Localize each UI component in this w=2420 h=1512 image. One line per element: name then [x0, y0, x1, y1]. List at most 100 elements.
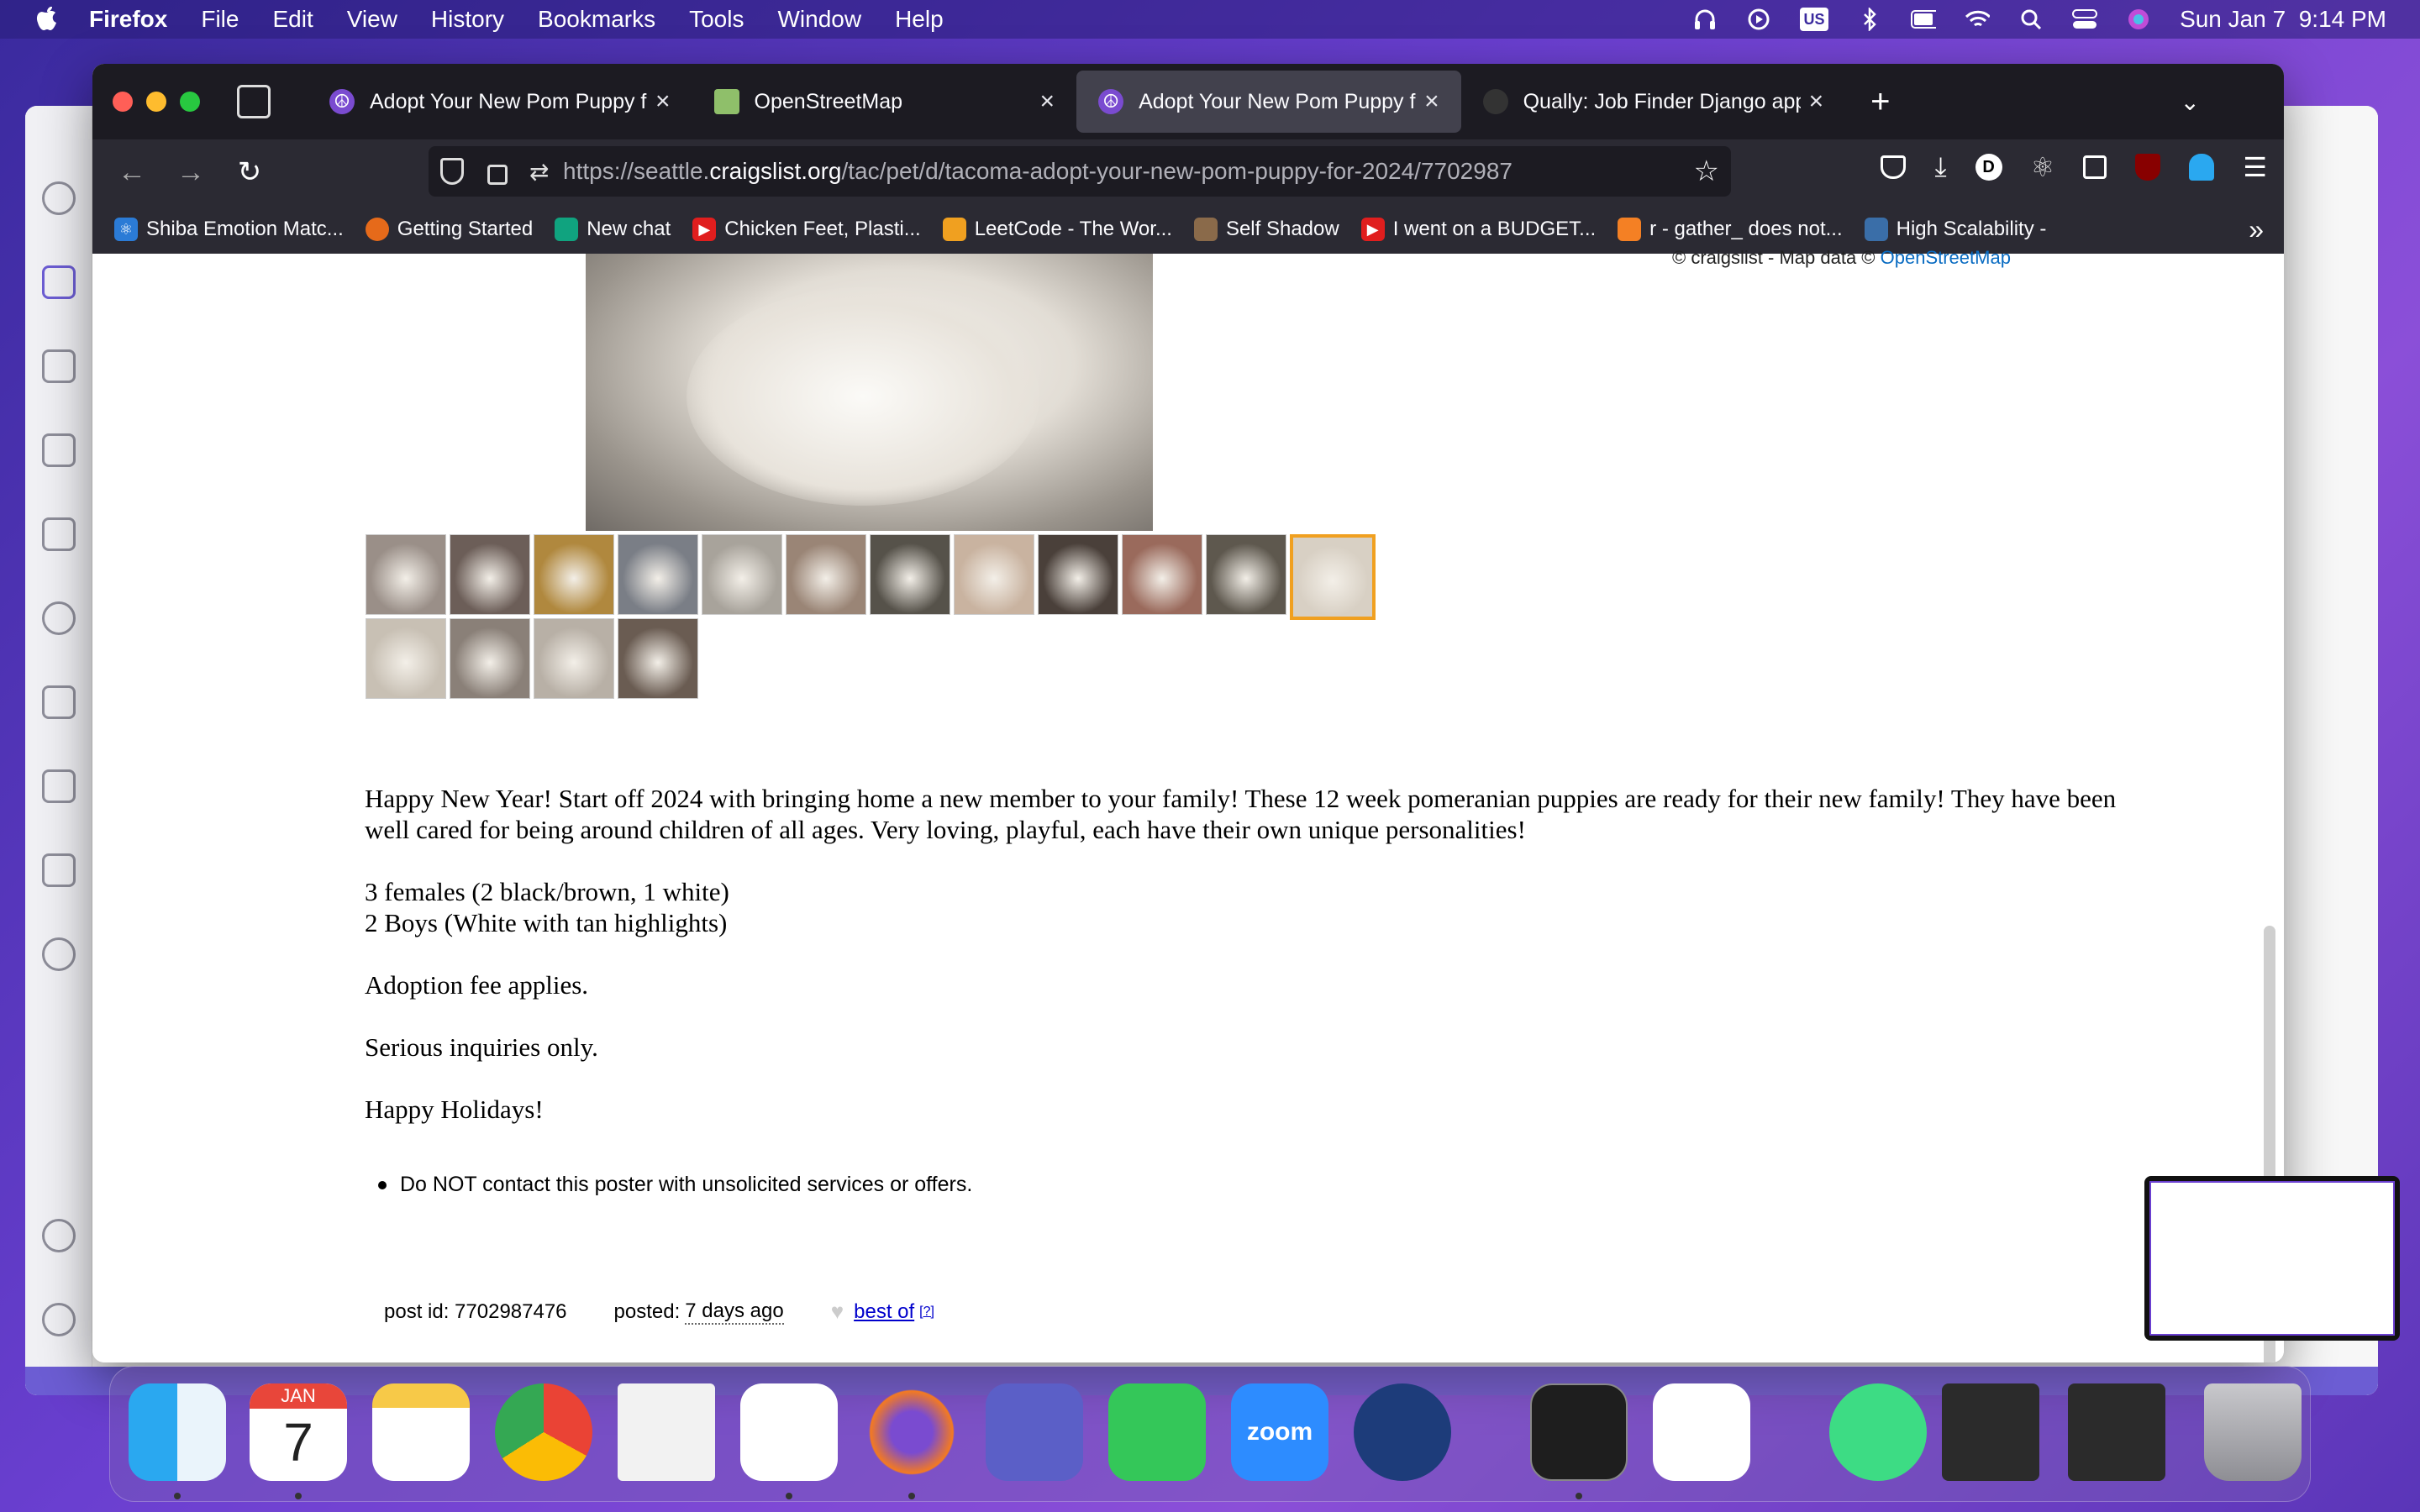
menu-app-name[interactable]: Firefox: [89, 6, 167, 33]
headphones-icon[interactable]: [1692, 8, 1718, 31]
heart-icon[interactable]: ♥: [831, 1299, 844, 1325]
search-icon[interactable]: [42, 181, 76, 215]
best-of-help-link[interactable]: [?]: [919, 1305, 934, 1319]
android-studio-icon[interactable]: [1829, 1383, 1927, 1481]
bookmark-item[interactable]: New chat: [555, 218, 671, 241]
testing-icon[interactable]: [42, 853, 76, 887]
bookmark-item[interactable]: High Scalability -: [1864, 218, 2046, 241]
vscode-icon[interactable]: [1653, 1383, 1750, 1481]
zoom-window-button[interactable]: [180, 92, 200, 112]
thumbnail-9[interactable]: [1038, 534, 1118, 615]
bookmark-star-icon[interactable]: ☆: [1694, 155, 1719, 188]
extensions-icon[interactable]: [42, 769, 76, 803]
permissions-icon[interactable]: ⇄: [529, 158, 549, 186]
close-tab-icon[interactable]: ×: [1424, 87, 1439, 116]
vscode-icon[interactable]: [740, 1383, 838, 1481]
bookmark-item[interactable]: LeetCode - The Wor...: [942, 218, 1172, 241]
bookmark-item[interactable]: ⚛ Shiba Emotion Matc...: [114, 218, 344, 241]
chrome-icon[interactable]: [495, 1383, 592, 1481]
trash-icon[interactable]: [2204, 1383, 2302, 1481]
search-icon[interactable]: [2018, 8, 2044, 31]
thumbnail-4[interactable]: [618, 534, 698, 615]
arc-icon[interactable]: [1354, 1383, 1451, 1481]
thumbnail-selected[interactable]: [1290, 534, 1376, 620]
minimized-window-thumbnail[interactable]: [2068, 1383, 2165, 1481]
close-tab-icon[interactable]: ×: [1040, 87, 1055, 116]
lock-icon[interactable]: [487, 165, 508, 185]
menu-tools[interactable]: Tools: [689, 6, 744, 33]
tab-adopt-pom-1[interactable]: ☮ Adopt Your New Pom Puppy for ×: [308, 71, 692, 133]
menu-edit[interactable]: Edit: [272, 6, 313, 33]
react-devtools-icon[interactable]: ⚛: [2031, 151, 2055, 183]
profile-d-icon[interactable]: D: [1975, 154, 2002, 181]
minimize-window-button[interactable]: [146, 92, 166, 112]
run-debug-icon[interactable]: [42, 433, 76, 467]
bookmark-item[interactable]: r - gather_ does not...: [1618, 218, 1843, 241]
firefox-view-icon[interactable]: [237, 85, 271, 118]
menu-file[interactable]: File: [201, 6, 239, 33]
close-tab-icon[interactable]: ×: [655, 87, 671, 116]
bookmark-item[interactable]: ▶ Chicken Feet, Plasti...: [692, 218, 921, 241]
notes-icon[interactable]: [372, 1383, 470, 1481]
bookmark-item[interactable]: ▶ I went on a BUDGET...: [1360, 218, 1596, 241]
list-all-tabs-icon[interactable]: ⌄: [2181, 88, 2200, 116]
account-icon[interactable]: [42, 1219, 76, 1252]
thumbnail-1[interactable]: [366, 534, 446, 615]
reload-button[interactable]: ↻: [230, 153, 269, 192]
menu-help[interactable]: Help: [895, 6, 944, 33]
menu-window[interactable]: Window: [777, 6, 861, 33]
thumbnail-16[interactable]: [618, 618, 698, 699]
firefox-icon[interactable]: [863, 1383, 960, 1481]
ghost-extension-icon[interactable]: [2189, 154, 2215, 181]
ublock-icon[interactable]: [2135, 154, 2161, 181]
settings-gear-icon[interactable]: [42, 1303, 76, 1336]
thumbnail-13[interactable]: [366, 618, 446, 699]
tracking-protection-icon[interactable]: [440, 158, 464, 185]
pocket-icon[interactable]: [1881, 155, 1907, 179]
messages-icon[interactable]: [1108, 1383, 1206, 1481]
apple-icon[interactable]: [32, 5, 60, 34]
url-bar[interactable]: ⇄ https://seattle.craigslist.org/tac/pet…: [429, 146, 1731, 197]
close-tab-icon[interactable]: ×: [1809, 87, 1824, 116]
document-icon[interactable]: [618, 1383, 715, 1481]
battery-icon[interactable]: [1911, 8, 1937, 31]
thumbnail-10[interactable]: [1122, 534, 1202, 615]
thumbnail-8[interactable]: [954, 534, 1034, 615]
thumbnail-15[interactable]: [534, 618, 614, 699]
thumbnail-6[interactable]: [786, 534, 866, 615]
zoom-icon[interactable]: zoom: [1231, 1383, 1328, 1481]
thumbnail-14[interactable]: [450, 618, 530, 699]
downloads-icon[interactable]: ⤓: [1934, 151, 1946, 183]
play-circle-icon[interactable]: [1746, 8, 1771, 31]
thumbnail-11[interactable]: [1206, 534, 1286, 615]
tab-qually[interactable]: Qually: Job Finder Django app | ×: [1461, 71, 1846, 133]
control-center-icon[interactable]: [2072, 8, 2098, 31]
best-of-link[interactable]: best of: [854, 1300, 914, 1324]
close-window-button[interactable]: [113, 92, 133, 112]
source-control-icon[interactable]: [42, 349, 76, 383]
lightning-icon[interactable]: [42, 601, 76, 635]
input-source-badge[interactable]: US: [1800, 8, 1829, 31]
forward-button[interactable]: →: [171, 153, 210, 192]
wifi-icon[interactable]: [1965, 8, 1991, 31]
minimized-window-thumbnail[interactable]: [1942, 1383, 2039, 1481]
terminal-icon[interactable]: [1530, 1383, 1628, 1481]
screenshot-preview[interactable]: [2144, 1176, 2400, 1341]
openstreetmap-link[interactable]: OpenStreetMap: [1881, 247, 2011, 268]
thumbnail-5[interactable]: [702, 534, 782, 615]
clock[interactable]: Sun Jan 7 9:14 PM: [2180, 6, 2386, 33]
siri-icon[interactable]: [2126, 8, 2151, 31]
app-menu-icon[interactable]: ☰: [2243, 151, 2267, 183]
tab-openstreetmap[interactable]: OpenStreetMap ×: [692, 71, 1077, 133]
back-button[interactable]: ←: [113, 153, 151, 192]
thumbnail-3[interactable]: [534, 534, 614, 615]
finder-icon[interactable]: [129, 1383, 226, 1481]
thumbnail-2[interactable]: [450, 534, 530, 615]
remote-explorer-icon[interactable]: [42, 685, 76, 719]
bookmark-item[interactable]: Self Shadow: [1193, 218, 1339, 241]
thumbnail-7[interactable]: [870, 534, 950, 615]
menu-view[interactable]: View: [347, 6, 397, 33]
new-tab-button[interactable]: +: [1870, 83, 1890, 121]
teams-icon[interactable]: [986, 1383, 1083, 1481]
main-listing-photo[interactable]: [586, 254, 1153, 531]
